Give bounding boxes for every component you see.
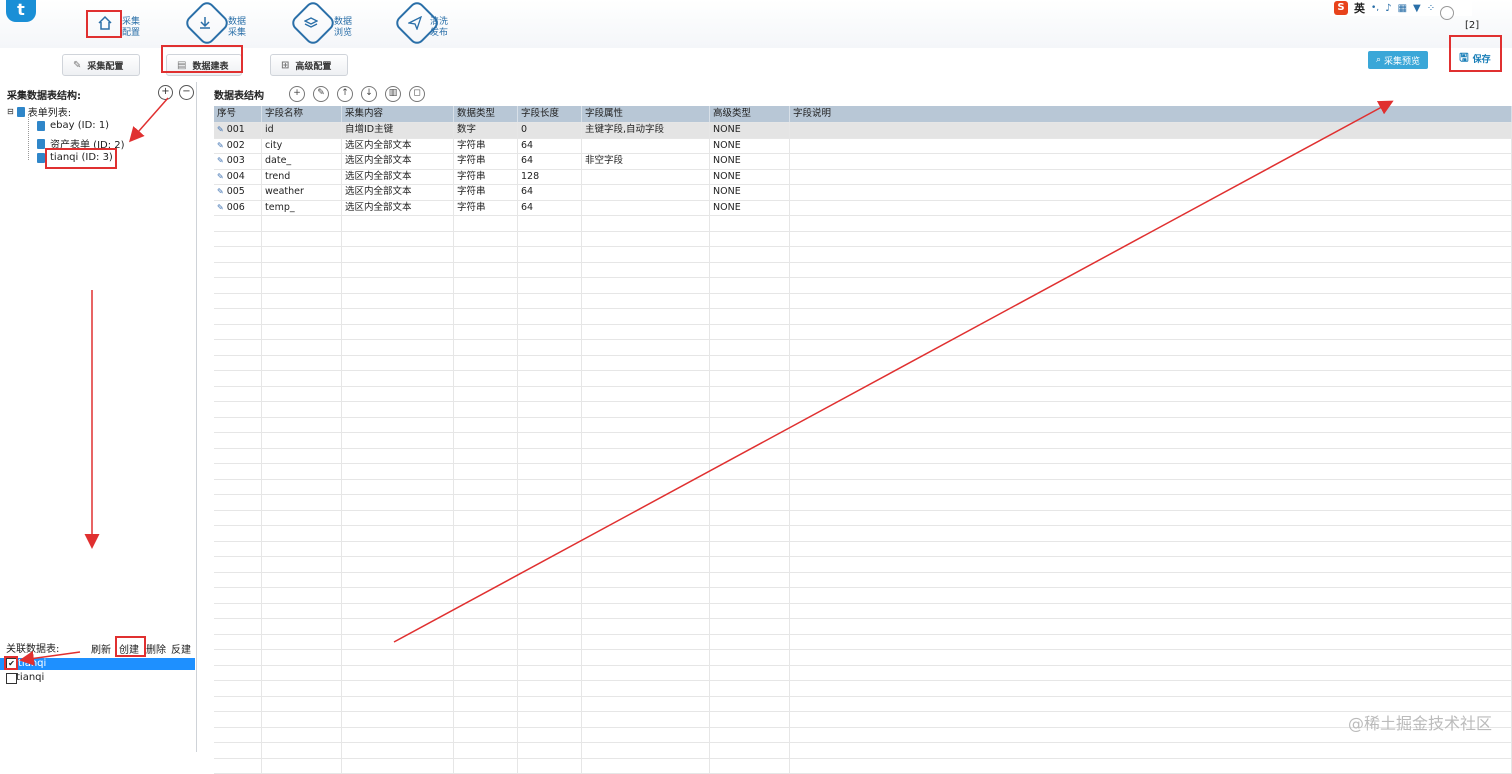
empty-cell [582,759,710,774]
annotation-arrows [0,0,1512,752]
empty-row [214,759,1512,774]
empty-cell [342,759,454,774]
watermark: @稀土掘金技术社区 [1348,710,1492,734]
empty-cell [214,759,262,774]
empty-cell [262,759,342,774]
empty-cell [518,759,582,774]
empty-cell [790,759,1512,774]
empty-cell [454,759,518,774]
empty-cell [710,759,790,774]
